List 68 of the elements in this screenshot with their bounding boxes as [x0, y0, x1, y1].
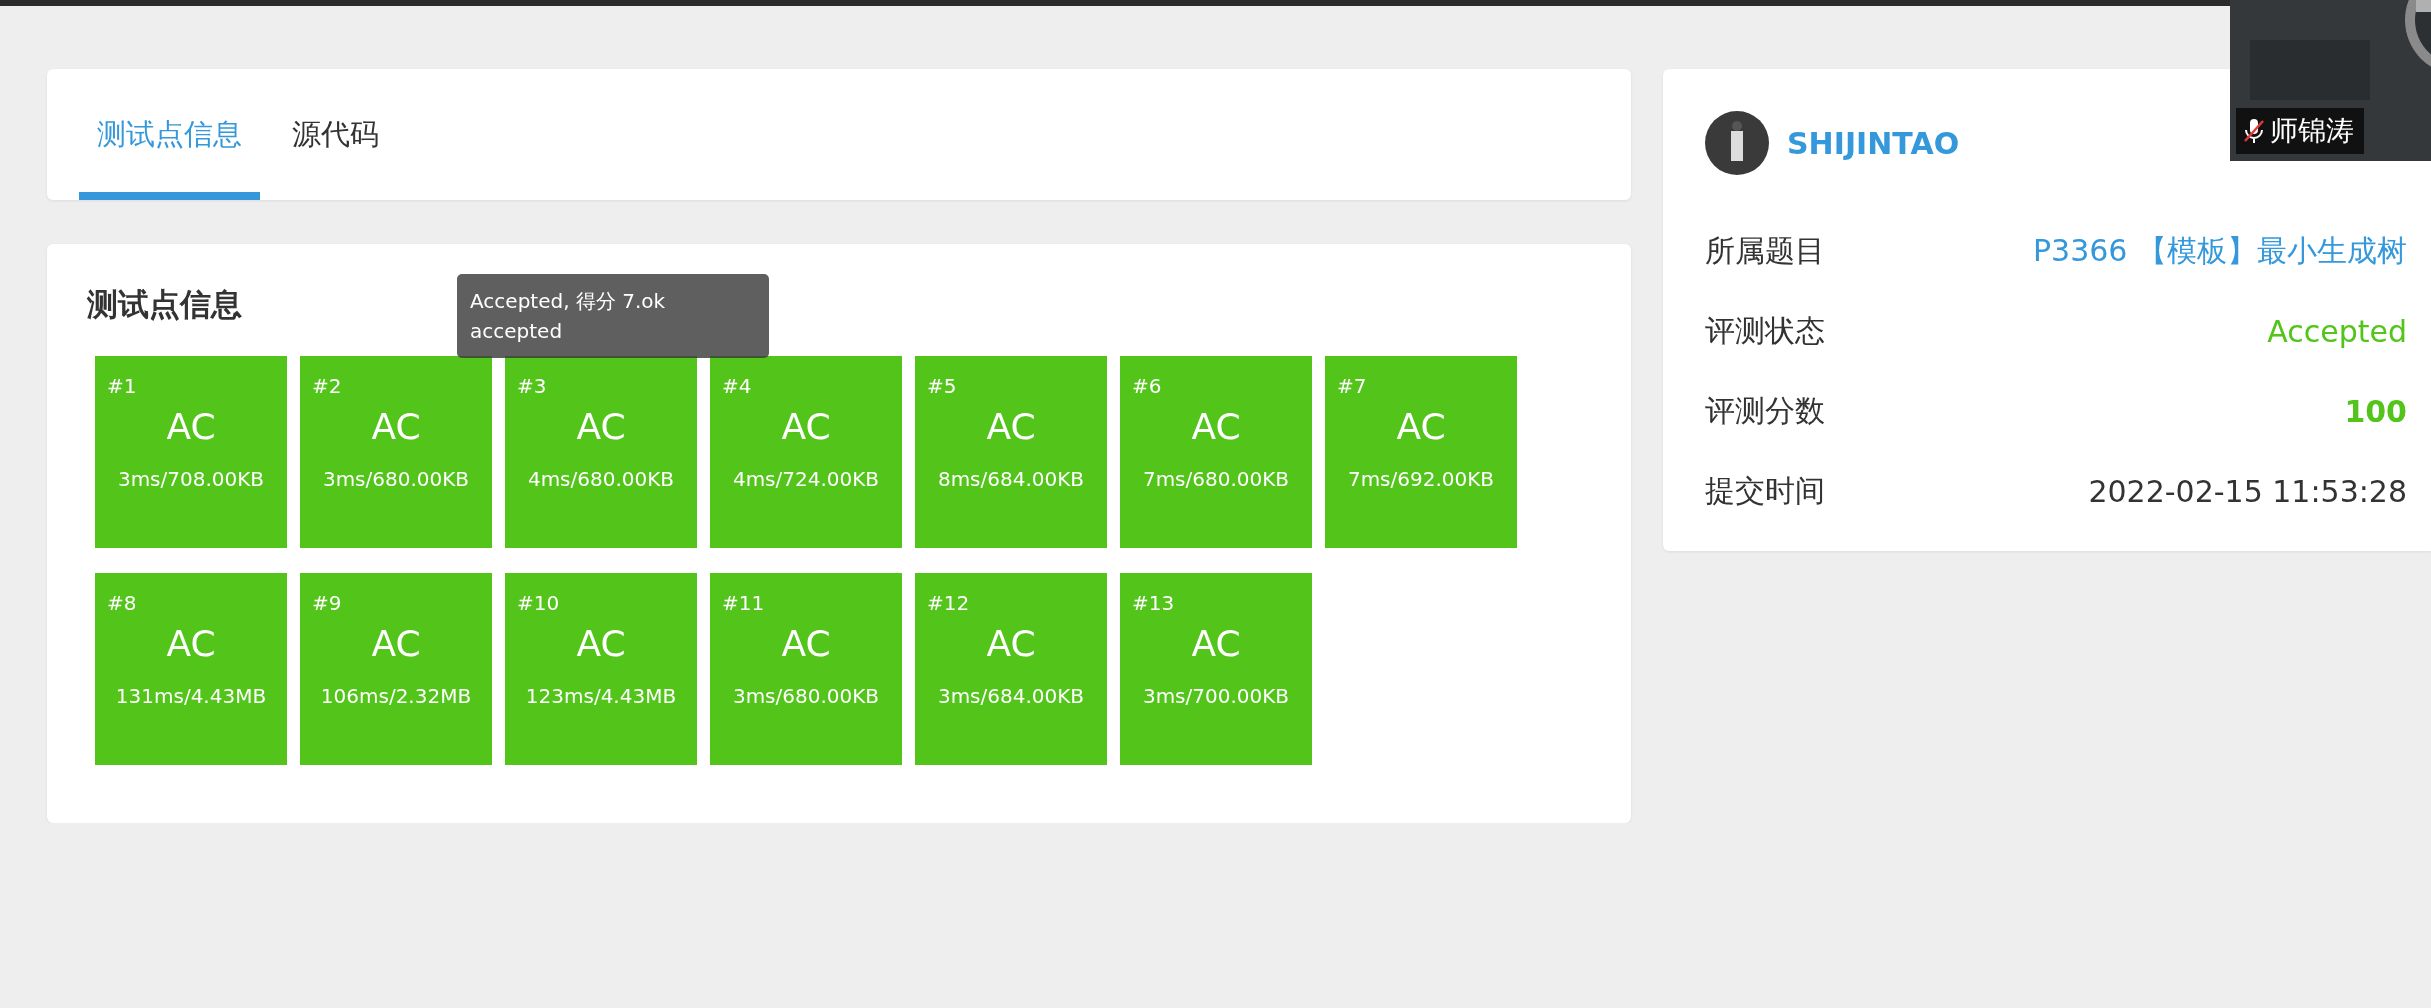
info-label: 所属题目 — [1705, 231, 1825, 270]
testcase-detail: 123ms/4.43MB — [525, 684, 677, 708]
testcase-number: #8 — [107, 591, 137, 615]
testcase-tile[interactable]: #12 AC 3ms/684.00KB — [915, 573, 1107, 765]
testcase-number: #10 — [517, 591, 560, 615]
testcase-number: #13 — [1132, 591, 1175, 615]
info-label: 评测状态 — [1705, 311, 1825, 350]
info-label: 评测分数 — [1705, 391, 1825, 430]
testcase-detail: 3ms/680.00KB — [732, 684, 880, 708]
testcase-tile[interactable]: #4 AC 4ms/724.00KB — [710, 356, 902, 548]
testcase-detail: 3ms/680.00KB — [322, 467, 470, 491]
testcase-tile[interactable]: #10 AC 123ms/4.43MB — [505, 573, 697, 765]
problem-link[interactable]: P3366 【模板】最小生成树 — [2033, 230, 2407, 272]
testcase-status: AC — [781, 623, 831, 664]
testcase-tile[interactable]: #7 AC 7ms/692.00KB — [1325, 356, 1517, 548]
testcase-status: AC — [1191, 623, 1241, 664]
testcase-status: AC — [576, 623, 626, 664]
testcase-tile[interactable]: #9 AC 106ms/2.32MB — [300, 573, 492, 765]
testcase-detail: 3ms/708.00KB — [117, 467, 265, 491]
testcase-number: #11 — [722, 591, 765, 615]
testcase-tile[interactable]: #11 AC 3ms/680.00KB — [710, 573, 902, 765]
testcase-number: #9 — [312, 591, 342, 615]
testcase-tile[interactable]: #8 AC 131ms/4.43MB — [95, 573, 287, 765]
testcase-detail: 7ms/692.00KB — [1347, 467, 1495, 491]
testcase-status: AC — [166, 406, 216, 447]
avatar — [1705, 111, 1769, 175]
testcase-tile[interactable]: #13 AC 3ms/700.00KB — [1120, 573, 1312, 765]
testcase-number: #7 — [1337, 374, 1367, 398]
tooltip-text: accepted — [470, 318, 564, 345]
testcase-detail: 3ms/684.00KB — [937, 684, 1085, 708]
testcase-number: #4 — [722, 374, 752, 398]
testcase-status: AC — [576, 406, 626, 447]
testcase-status: AC — [371, 406, 421, 447]
tooltip-text: Accepted, 得分 7.ok — [470, 288, 667, 315]
testcase-detail: 106ms/2.32MB — [320, 684, 472, 708]
tab[interactable]: 测试点信息 — [79, 69, 260, 200]
testcase-tile[interactable]: #2 AC 3ms/680.00KB — [300, 356, 492, 548]
info-value: Accepted — [2267, 313, 2407, 349]
testcase-tile[interactable]: #6 AC 7ms/680.00KB — [1120, 356, 1312, 548]
testcase-status: AC — [371, 623, 421, 664]
info-label: 提交时间 — [1705, 471, 1825, 510]
testcase-number: #12 — [927, 591, 970, 615]
testcase-number: #6 — [1132, 374, 1162, 398]
testcase-detail: 7ms/680.00KB — [1142, 467, 1290, 491]
participant-name: 师锦涛 — [2270, 113, 2354, 149]
testcase-tile[interactable]: #5 AC 8ms/684.00KB — [915, 356, 1107, 548]
testcase-status: AC — [166, 623, 216, 664]
username-link[interactable]: SHIJINTAO — [1787, 125, 1960, 161]
testcase-detail: 3ms/700.00KB — [1142, 684, 1290, 708]
testcase-number: #3 — [517, 374, 547, 398]
testcase-detail: 131ms/4.43MB — [115, 684, 267, 708]
testcase-number: #1 — [107, 374, 137, 398]
testcase-status: AC — [986, 406, 1036, 447]
testcase-detail: 4ms/724.00KB — [732, 467, 880, 491]
testcase-tile[interactable]: #1 AC 3ms/708.00KB — [95, 356, 287, 548]
tab[interactable]: 源代码 — [274, 69, 397, 200]
testcase-number: #2 — [312, 374, 342, 398]
info-value: 2022-02-15 11:53:28 — [2088, 473, 2407, 509]
testcase-status: AC — [781, 406, 831, 447]
testcase-detail: 4ms/680.00KB — [527, 467, 675, 491]
testcase-status: AC — [1396, 406, 1446, 447]
testcase-detail: 8ms/684.00KB — [937, 467, 1085, 491]
info-value: 100 — [2344, 393, 2407, 429]
section-title: 测试点信息 — [87, 285, 242, 324]
testcase-tile[interactable]: #3 AC 4ms/680.00KB — [505, 356, 697, 548]
testcase-number: #5 — [927, 374, 957, 398]
testcase-status: AC — [1191, 406, 1241, 447]
testcase-status: AC — [986, 623, 1036, 664]
